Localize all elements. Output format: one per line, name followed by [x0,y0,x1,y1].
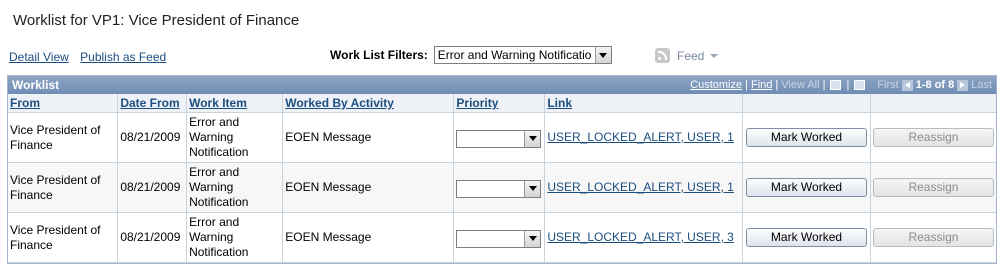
priority-select[interactable] [456,229,542,248]
grid-navigation: Customize | Find | View All | | First 1-… [690,79,992,91]
mark-worked-button[interactable]: Mark Worked [746,178,867,197]
reassign-button[interactable]: Reassign [872,128,994,147]
priority-select[interactable] [456,129,542,148]
reassign-button[interactable]: Reassign [872,178,994,197]
mark-worked-button[interactable]: Mark Worked [746,228,867,247]
column-link[interactable]: Link [547,96,572,110]
customize-link[interactable]: Customize [690,79,742,91]
filters-label: Work List Filters: [330,48,428,62]
column-worked-by-activity[interactable]: Worked By Activity [285,96,394,110]
column-work-item[interactable]: Work Item [189,96,247,110]
chevron-down-icon[interactable] [524,230,541,247]
view-all-link: View All [781,79,820,91]
detail-view-link[interactable]: Detail View [9,50,69,64]
previous-arrow-icon [901,79,913,91]
cell-work-item: Error and Warning Notification [186,112,284,163]
caret-down-icon [710,53,719,58]
filters-selected-value: Error and Warning Notificatio [437,48,592,62]
work-item-link[interactable]: USER_LOCKED_ALERT, USER, 1 [547,180,734,194]
cell-worked-by: EOEN Message [282,162,455,213]
download-spreadsheet-icon[interactable] [854,80,866,90]
column-date-from[interactable]: Date From [120,96,179,110]
cell-work-item: Error and Warning Notification [186,162,284,213]
page-title: Worklist for VP1: Vice President of Fina… [13,12,300,29]
table-row: Vice President of Finance 08/21/2009 Err… [8,112,996,163]
worklist-table: From Date From Work Item Worked By Activ… [8,94,996,263]
cell-from: Vice President of Finance [8,162,119,213]
last-label: Last [971,79,992,91]
cell-worked-by: EOEN Message [282,112,455,163]
priority-select[interactable] [456,179,542,198]
cell-worked-by: EOEN Message [282,212,455,263]
cell-date: 08/21/2009 [117,212,188,263]
table-row: Vice President of Finance 08/21/2009 Err… [8,212,996,263]
cell-from: Vice President of Finance [8,212,119,263]
column-from[interactable]: From [10,96,40,110]
table-header-row: From Date From Work Item Worked By Activ… [8,94,996,113]
chevron-down-icon[interactable] [594,47,611,63]
feed-menu[interactable]: Feed [655,48,719,63]
first-label: First [877,79,899,91]
work-list-filters: Work List Filters: Error and Warning Not… [330,46,612,64]
reassign-button[interactable]: Reassign [872,228,994,247]
work-item-link[interactable]: USER_LOCKED_ALERT, USER, 3 [547,230,734,244]
rss-feed-icon [655,48,670,63]
new-window-icon[interactable] [830,80,842,90]
cell-work-item: Error and Warning Notification [186,212,284,263]
cell-date: 08/21/2009 [117,162,188,213]
chevron-down-icon[interactable] [524,130,541,147]
worklist-grid: Worklist Customize | Find | View All | |… [7,75,997,264]
cell-from: Vice President of Finance [8,112,119,163]
grid-header: Worklist Customize | Find | View All | |… [8,76,996,94]
chevron-down-icon[interactable] [524,180,541,197]
column-priority[interactable]: Priority [456,96,498,110]
mark-worked-button[interactable]: Mark Worked [746,128,867,147]
work-item-link[interactable]: USER_LOCKED_ALERT, USER, 1 [547,130,734,144]
filters-select[interactable]: Error and Warning Notificatio [433,46,612,64]
column-mark-worked [742,94,871,113]
top-links: Detail View Publish as Feed [9,50,174,64]
table-row: Vice President of Finance 08/21/2009 Err… [8,162,996,213]
grid-title: Worklist [12,78,60,92]
row-range: 1-8 of 8 [915,79,955,91]
next-arrow-icon [957,79,969,91]
find-link[interactable]: Find [751,79,772,91]
cell-date: 08/21/2009 [117,112,188,163]
publish-as-feed-link[interactable]: Publish as Feed [80,50,166,64]
column-reassign [870,94,996,113]
feed-label: Feed [677,48,705,63]
